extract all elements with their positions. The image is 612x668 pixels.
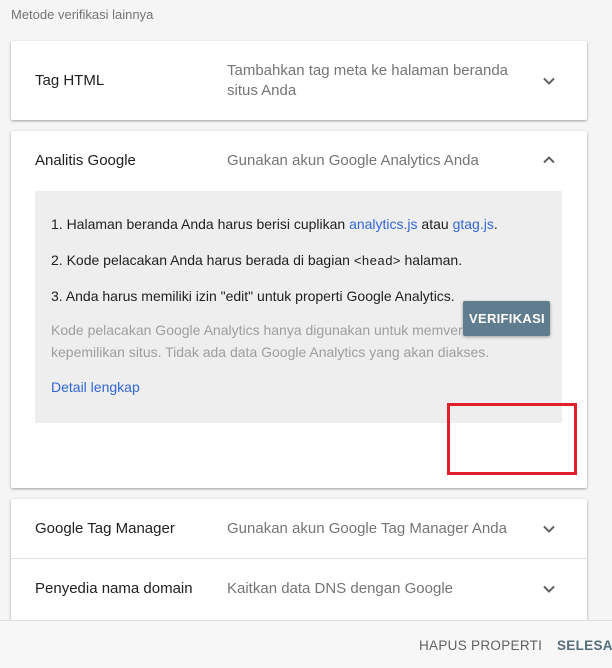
- method-description: Gunakan akun Google Tag Manager Anda: [227, 520, 507, 537]
- dialog-footer: HAPUS PROPERTI SELESAI: [0, 620, 612, 668]
- instruction-step-2: 2. Kode pelacakan Anda harus berada di b…: [51, 252, 462, 269]
- remove-property-button[interactable]: HAPUS PROPERTI: [419, 638, 542, 653]
- step-text: atau: [417, 216, 453, 232]
- method-title: Penyedia nama domain: [35, 580, 193, 597]
- method-title[interactable]: Analitis Google: [35, 152, 136, 169]
- analytics-js-link[interactable]: analytics.js: [349, 216, 417, 232]
- step-text: halaman.: [400, 252, 463, 268]
- chevron-down-icon[interactable]: [541, 521, 557, 537]
- method-description: Gunakan akun Google Analytics Anda: [227, 152, 479, 169]
- method-description: Tambahkan tag meta ke halaman beranda si…: [227, 62, 509, 99]
- method-title: Tag HTML: [35, 72, 105, 89]
- method-row-tag-manager[interactable]: Google Tag Manager Gunakan akun Google T…: [11, 499, 587, 558]
- chevron-down-icon[interactable]: [541, 73, 557, 89]
- method-title: Google Tag Manager: [35, 520, 175, 537]
- verify-button[interactable]: VERIFIKASI: [463, 301, 550, 336]
- step-text: .: [493, 216, 498, 232]
- chevron-up-icon[interactable]: [541, 152, 557, 168]
- method-card-html-tag[interactable]: Tag HTML Tambahkan tag meta ke halaman b…: [11, 41, 587, 120]
- instruction-step-1: 1. Halaman beranda Anda harus berisi cup…: [51, 216, 498, 232]
- method-description: Kaitkan data DNS dengan Google: [227, 580, 453, 597]
- section-title: Metode verifikasi lainnya: [11, 7, 154, 22]
- done-button[interactable]: SELESAI: [557, 638, 612, 653]
- instruction-step-3: 3. Anda harus memiliki izin "edit" untuk…: [51, 288, 455, 304]
- gtag-js-link[interactable]: gtag.js: [453, 216, 494, 232]
- method-row-domain[interactable]: Penyedia nama domain Kaitkan data DNS de…: [11, 559, 587, 619]
- chevron-down-icon[interactable]: [541, 581, 557, 597]
- analytics-note: Kode pelacakan Google Analytics hanya di…: [51, 322, 498, 360]
- method-list-card: Google Tag Manager Gunakan akun Google T…: [11, 499, 587, 639]
- step-text: 1. Halaman beranda Anda harus berisi cup…: [51, 216, 350, 232]
- step-text: 2. Kode pelacakan Anda harus berada di b…: [51, 252, 354, 268]
- detail-link[interactable]: Detail lengkap: [51, 379, 140, 395]
- head-tag-code: <head>: [353, 254, 401, 269]
